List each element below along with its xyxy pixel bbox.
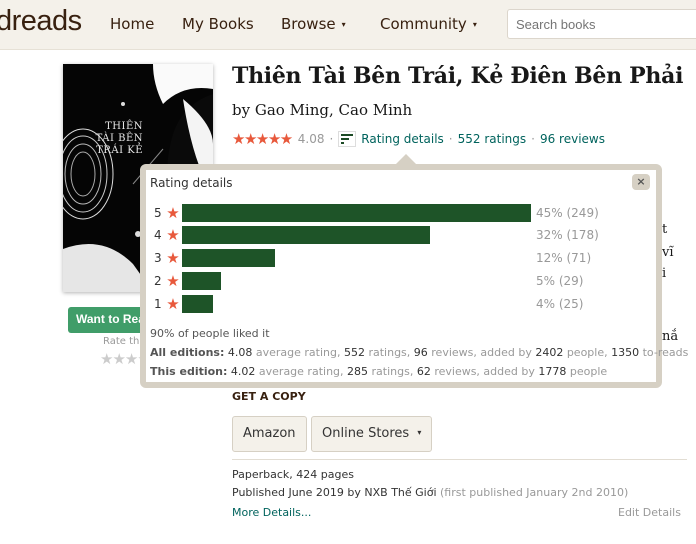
popup-title: Rating details <box>150 176 233 190</box>
star-level: 2 <box>154 274 162 288</box>
average-rating-stars: ★★★★★ <box>232 130 293 148</box>
stat-value: 4.02 <box>230 365 256 378</box>
cover-title: THIÊN TÀI BÊN TRÁI KẺ <box>95 121 143 156</box>
star-icon: ★ <box>166 249 180 267</box>
stat-value: 96 <box>413 346 428 359</box>
separator: · <box>448 132 453 146</box>
stat-text: people, <box>563 346 612 359</box>
book-authors[interactable]: by Gao Ming, Cao Minh <box>232 101 412 119</box>
star-level: 5 <box>154 206 162 220</box>
nav-community-label: Community <box>380 15 467 33</box>
description-fragment: i <box>662 266 667 281</box>
rating-bar-label: 12% (71) <box>536 251 592 265</box>
stat-value: 62 <box>416 365 431 378</box>
bar-track <box>182 272 531 290</box>
reviews-count-link[interactable]: 96 reviews <box>540 132 605 146</box>
site-header: dreads Home My Books Browse ▾ Community ▾ <box>0 0 696 50</box>
stat-value: 2402 <box>535 346 564 359</box>
description-fragment: vĩ <box>662 245 674 260</box>
rating-details-icon[interactable] <box>338 131 357 147</box>
close-icon[interactable]: × <box>632 174 650 190</box>
logo[interactable]: dreads <box>0 5 82 38</box>
star-level: 1 <box>154 297 162 311</box>
nav-home-label: Home <box>110 15 155 33</box>
edit-details-link[interactable]: Edit Details <box>618 506 681 519</box>
caret-down-icon: ▾ <box>417 428 422 437</box>
published-text: Published June 2019 by NXB Thế Giới <box>232 486 437 499</box>
rating-bar-row: 2 ★ <box>154 272 531 290</box>
all-editions-label: All editions: <box>150 346 225 359</box>
nav-home[interactable]: Home <box>110 15 154 33</box>
rating-details-link[interactable]: Rating details <box>361 132 443 146</box>
star-icon: ★ <box>166 226 180 244</box>
nav-my-books[interactable]: My Books <box>182 15 254 33</box>
popup-arrow <box>396 154 416 164</box>
rating-bar-label: 4% (25) <box>536 297 584 311</box>
nav-browse[interactable]: Browse ▾ <box>281 15 346 33</box>
rating-bar-label: 5% (29) <box>536 274 584 288</box>
star-icon: ★ <box>166 272 180 290</box>
rating-bar-row: 3 ★ <box>154 249 531 267</box>
liked-percentage: 90% of people liked it <box>150 327 270 340</box>
separator: · <box>329 132 334 146</box>
ratings-count-link[interactable]: 552 ratings <box>458 132 527 146</box>
all-editions-stats: All editions: 4.08 average rating, 552 r… <box>150 346 688 359</box>
nav-community[interactable]: Community ▾ <box>380 15 477 33</box>
average-rating-value: 4.08 <box>297 132 325 146</box>
stat-text: people <box>566 365 608 378</box>
star-level: 3 <box>154 251 162 265</box>
rating-bar-label: 32% (178) <box>536 228 599 242</box>
stat-text: ratings, <box>364 346 414 359</box>
search-input[interactable] <box>507 9 696 39</box>
book-title: Thiên Tài Bên Trái, Kẻ Điên Bên Phải <box>232 63 684 89</box>
stat-text: ratings, <box>368 365 417 378</box>
description-fragment: ́t <box>662 222 668 237</box>
bar-track <box>182 204 531 222</box>
separator: · <box>531 132 535 146</box>
rating-bar <box>182 295 214 313</box>
get-a-copy-heading: GET A COPY <box>232 390 306 403</box>
rating-bar-label: 45% (249) <box>536 206 599 220</box>
rating-bar-row: 5 ★ <box>154 204 531 222</box>
online-stores-button[interactable]: Online Stores ▾ <box>311 416 433 452</box>
book-format: Paperback, 424 pages <box>232 468 354 481</box>
amazon-button[interactable]: Amazon <box>232 416 307 452</box>
nav-my-books-label: My Books <box>182 15 254 33</box>
stat-text: average rating, <box>252 346 344 359</box>
rating-bar-row: 1 ★ <box>154 295 531 313</box>
stat-value: 285 <box>347 365 369 378</box>
rating-bar <box>182 226 431 244</box>
stat-text: average rating, <box>255 365 348 378</box>
stat-value: 1350 <box>611 346 640 359</box>
stat-text: reviews, added by <box>427 346 536 359</box>
rating-bar <box>182 249 276 267</box>
star-level: 4 <box>154 228 162 242</box>
rating-bar <box>182 204 531 222</box>
caret-down-icon: ▾ <box>472 20 477 29</box>
this-edition-label: This edition: <box>150 365 228 378</box>
rating-bar-row: 4 ★ <box>154 226 531 244</box>
bar-track <box>182 249 531 267</box>
stat-value: 4.08 <box>227 346 253 359</box>
stat-text: to-reads <box>639 346 689 359</box>
online-stores-label: Online Stores <box>322 426 410 441</box>
rating-row: ★★★★★ 4.08 · Rating details · 552 rating… <box>232 130 605 148</box>
this-edition-stats: This edition: 4.02 average rating, 285 r… <box>150 365 607 378</box>
star-icon: ★ <box>166 295 180 313</box>
more-details-link[interactable]: More Details... <box>232 506 311 519</box>
first-published-text: (first published January 2nd 2010) <box>440 486 629 499</box>
stat-value: 1778 <box>538 365 567 378</box>
nav-browse-label: Browse <box>281 15 336 33</box>
star-icon: ★ <box>166 204 180 222</box>
bar-track <box>182 295 531 313</box>
divider <box>232 459 687 460</box>
publication-info: Published June 2019 by NXB Thế Giới (fir… <box>232 486 628 499</box>
rating-bar <box>182 272 221 290</box>
stat-value: 552 <box>343 346 365 359</box>
bar-track <box>182 226 531 244</box>
caret-down-icon: ▾ <box>341 20 346 29</box>
description-fragment: nắ <box>662 329 679 344</box>
stat-text: reviews, added by <box>430 365 539 378</box>
rating-details-popup: Rating details × 5 ★ 45% (249) 4 ★ 32% (178) 3… <box>140 164 688 388</box>
